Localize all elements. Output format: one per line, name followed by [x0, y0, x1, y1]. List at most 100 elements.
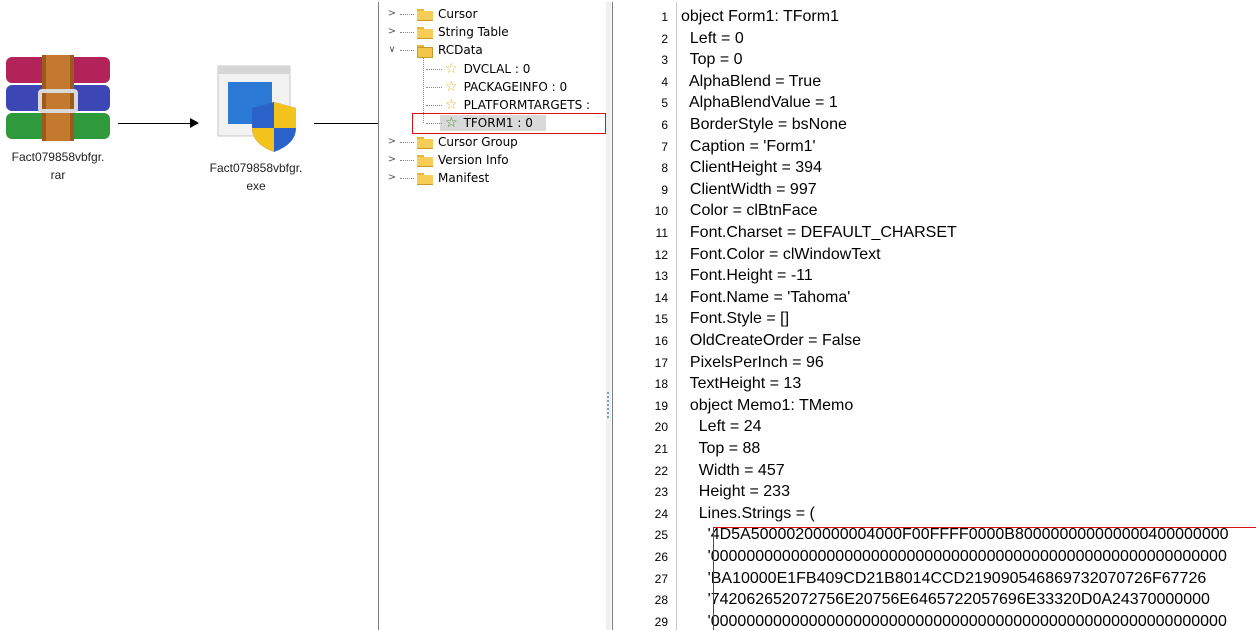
- chevron-right-icon[interactable]: >: [386, 169, 398, 187]
- panel-splitter[interactable]: [606, 2, 611, 630]
- line-number: 18: [654, 377, 668, 392]
- code-line: BorderStyle = bsNone: [681, 116, 847, 133]
- line-number: 1: [661, 10, 668, 24]
- tree-item-platformtargets[interactable]: ☆ PLATFORMTARGETS :: [424, 96, 590, 114]
- code-line: Font.Charset = DEFAULT_CHARSET: [681, 224, 957, 241]
- line-number: 23: [654, 485, 668, 500]
- line-number: 19: [654, 398, 668, 413]
- code-line: Top = 0: [681, 51, 743, 69]
- tree-item-label: PLATFORMTARGETS :: [463, 98, 591, 112]
- tree-item-version-info[interactable]: > Version Info: [386, 151, 509, 169]
- line-number: 29: [654, 614, 668, 629]
- hex-strings-highlight-box: [713, 527, 1256, 630]
- folder-icon: [417, 172, 433, 185]
- tform1-highlight-box: [412, 113, 606, 134]
- exe-filename-line2: exe: [246, 179, 266, 193]
- line-number: 2: [661, 31, 668, 46]
- code-line: object Memo1: TMemo: [681, 396, 854, 414]
- code-line: Left = 0: [681, 29, 744, 47]
- tree-item-label: String Table: [438, 25, 509, 39]
- code-line: Left = 24: [681, 418, 762, 436]
- chevron-down-icon[interactable]: ∨: [386, 41, 398, 59]
- code-line: Caption = 'Form1': [681, 137, 816, 155]
- line-number: 10: [654, 204, 668, 219]
- line-number: 20: [654, 420, 668, 435]
- code-line: object Form1: TForm1: [681, 8, 839, 25]
- exe-filename-line1: Fact079858vbfgr.: [209, 161, 303, 175]
- arrow-rar-to-exe: [118, 118, 199, 128]
- rar-filename-line2: rar: [50, 168, 66, 182]
- tree-item-cursor-group[interactable]: > Cursor Group: [386, 133, 518, 151]
- code-line: Lines.Strings = (: [681, 504, 815, 522]
- tree-item-manifest[interactable]: > Manifest: [386, 169, 489, 187]
- exe-file[interactable]: Fact079858vbfgr. exe: [190, 62, 322, 195]
- code-line: AlphaBlendValue = 1: [681, 94, 838, 112]
- star-icon: ☆: [445, 97, 458, 113]
- rar-filename-line1: Fact079858vbfgr.: [11, 150, 105, 164]
- tree-item-dvclal[interactable]: ☆ DVCLAL : 0: [424, 60, 530, 78]
- chevron-right-icon[interactable]: >: [386, 133, 398, 151]
- code-line: PixelsPerInch = 96: [681, 353, 824, 371]
- line-number: 7: [661, 139, 668, 154]
- code-line: ClientHeight = 394: [681, 159, 822, 177]
- star-icon: ☆: [445, 61, 458, 77]
- code-line: OldCreateOrder = False: [681, 332, 862, 349]
- code-line: Font.Name = 'Tahoma': [681, 288, 851, 306]
- line-number: 15: [654, 312, 668, 327]
- code-line: Font.Height = -11: [681, 267, 813, 285]
- folder-icon: [417, 136, 433, 149]
- tree-item-label: Cursor Group: [438, 135, 518, 149]
- code-line: Font.Color = clWindowText: [681, 245, 881, 263]
- star-icon: ☆: [445, 79, 458, 95]
- rar-file[interactable]: Fact079858vbfgr. rar: [2, 55, 114, 184]
- code-line: Font.Style = []: [681, 310, 790, 328]
- line-number: 8: [661, 161, 668, 176]
- line-number: 3: [661, 53, 668, 68]
- code-line: TextHeight = 13: [681, 375, 802, 393]
- code-line: Color = clBtnFace: [681, 202, 818, 220]
- line-number: 17: [654, 355, 668, 370]
- code-line: Height = 233: [681, 483, 790, 501]
- folder-icon: [417, 8, 433, 21]
- tree-item-label: Manifest: [438, 171, 490, 185]
- line-number: 12: [654, 247, 668, 262]
- code-editor[interactable]: 1 2 3 4 5 6 7 8 9 10 11 12 13 14 15 16 17 18 19 20 21 22 23 24 2…: [612, 2, 1256, 630]
- code-line: Width = 457: [681, 461, 785, 479]
- chevron-right-icon[interactable]: >: [386, 151, 398, 169]
- tree-item-cursor[interactable]: > Cursor: [386, 5, 477, 23]
- line-number: 26: [654, 550, 668, 564]
- line-number: 5: [661, 96, 668, 111]
- tree-item-label: RCData: [438, 43, 483, 57]
- tree-item-label: Version Info: [438, 153, 509, 167]
- line-number: 11: [655, 226, 668, 240]
- line-number: 24: [654, 506, 668, 521]
- folder-open-icon: [417, 44, 433, 58]
- code-line: ClientWidth = 997: [681, 180, 817, 198]
- tree-item-label: DVCLAL : 0: [463, 62, 531, 76]
- line-number: 9: [661, 182, 668, 197]
- line-number: 25: [654, 528, 668, 543]
- splitter-grip[interactable]: [607, 392, 609, 418]
- tree-item-label: PACKAGEINFO : 0: [463, 80, 568, 94]
- line-number: 16: [654, 334, 668, 348]
- line-number: 27: [654, 571, 668, 586]
- code-line: AlphaBlend = True: [681, 72, 822, 90]
- line-number: 6: [661, 118, 668, 132]
- tree-item-packageinfo[interactable]: ☆ PACKAGEINFO : 0: [424, 78, 567, 96]
- chevron-right-icon[interactable]: >: [386, 5, 398, 23]
- exe-shield-icon: [217, 65, 296, 152]
- line-number: 13: [654, 269, 668, 284]
- code-line: Top = 88: [681, 440, 761, 457]
- line-number: 14: [654, 290, 668, 305]
- tree-item-string-table[interactable]: > String Table: [386, 23, 509, 41]
- folder-icon: [417, 26, 433, 39]
- line-number-gutter: 1 2 3 4 5 6 7 8 9 10 11 12 13 14 15 16 17 18 19 20 21 22 23 24 2…: [613, 2, 677, 630]
- tree-item-label: Cursor: [438, 7, 478, 21]
- tree-item-rcdata[interactable]: ∨ RCData: [386, 41, 483, 59]
- line-number: 4: [661, 74, 668, 89]
- line-number: 22: [654, 463, 668, 478]
- line-number: 28: [654, 593, 668, 608]
- folder-icon: [417, 154, 433, 167]
- line-number: 21: [654, 442, 668, 456]
- chevron-right-icon[interactable]: >: [386, 23, 398, 41]
